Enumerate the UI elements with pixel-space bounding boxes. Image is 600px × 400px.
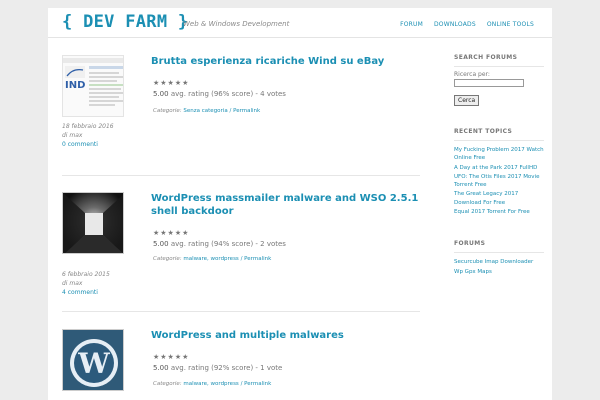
rating-stars[interactable]: ★★★★★ — [153, 79, 189, 87]
site-tagline: Web & Windows Development — [183, 20, 290, 28]
post-title[interactable]: Brutta esperienza ricariche Wind su eBay — [151, 55, 421, 68]
category-link[interactable]: Senza categoria — [183, 108, 227, 114]
forum-link[interactable]: Wp Gpx Maps — [454, 268, 544, 276]
post-date: 18 febbraio 2016 — [62, 123, 114, 130]
post-categories: Categorie: Senza categoria / Permalink — [153, 108, 260, 114]
main-nav: FORUM DOWNLOADS ONLINE TOOLS — [400, 21, 534, 28]
rating-stars[interactable]: ★★★★★ — [153, 353, 189, 361]
search-button[interactable]: Cerca — [454, 95, 480, 106]
forums-title: FORUMS — [454, 240, 544, 254]
post-2: 6 febbraio 2015 di max 4 commenti WordPr… — [60, 192, 422, 302]
forum-link[interactable]: Securcube Imap Downloader — [454, 258, 544, 266]
post-date: 6 febbraio 2015 — [62, 271, 110, 278]
categories-label: Categorie: — [153, 108, 182, 114]
post-title[interactable]: WordPress and multiple malwares — [151, 329, 421, 342]
recent-topic-link[interactable]: Equal 2017 Torrent For Free — [454, 208, 544, 216]
post-separator — [62, 175, 420, 176]
post-comments-link[interactable]: 0 commenti — [62, 140, 114, 149]
rating-value: 5.00 — [153, 90, 169, 98]
permalink-link[interactable]: / Permalink — [229, 108, 260, 114]
forums-list: Securcube Imap Downloader Wp Gpx Maps — [454, 258, 544, 276]
post-author: di max — [62, 280, 83, 287]
rating-text: 5.00 avg. rating (94% score) - 2 votes — [153, 240, 286, 248]
screenshot-thumbnail-icon: IND — [63, 56, 123, 116]
rating-text: 5.00 avg. rating (92% score) - 1 vote — [153, 364, 282, 372]
recent-topics-list: My Fucking Problem 2017 Watch Online Fre… — [454, 146, 544, 216]
post-3: W WordPress and multiple malwares ★★★★★ … — [60, 329, 422, 400]
corridor-image-icon — [63, 193, 123, 253]
post-thumbnail[interactable]: W — [62, 329, 124, 391]
site-header: { DEV FARM } Web & Windows Development F… — [48, 8, 552, 38]
rating-text: 5.00 avg. rating (96% score) - 4 votes — [153, 90, 286, 98]
post-thumbnail[interactable]: IND — [62, 55, 124, 117]
nav-downloads[interactable]: DOWNLOADS — [434, 21, 476, 28]
post-meta: 18 febbraio 2016 di max 0 commenti — [62, 122, 114, 149]
recent-topics-title: RECENT TOPICS — [454, 128, 544, 141]
rating-detail: avg. rating (94% score) - 2 votes — [170, 240, 286, 248]
post-thumbnail[interactable] — [62, 192, 124, 254]
category-link[interactable]: malware, wordpress — [183, 256, 238, 262]
thumb-ind-text: IND — [65, 80, 85, 91]
post-categories: Categorie: malware, wordpress / Permalin… — [153, 381, 271, 387]
recent-topic-link[interactable]: UFO: The Otis Files 2017 Movie Torrent F… — [454, 173, 544, 190]
recent-topic-link[interactable]: The Great Legacy 2017 Download For Free — [454, 190, 544, 207]
site-logo[interactable]: { DEV FARM } — [62, 12, 188, 32]
categories-label: Categorie: — [153, 256, 182, 262]
rating-value: 5.00 — [153, 240, 169, 248]
rating-detail: avg. rating (96% score) - 4 votes — [170, 90, 286, 98]
post-author: di max — [62, 132, 83, 139]
permalink-link[interactable]: / Permalink — [241, 256, 272, 262]
wordpress-logo-icon: W — [63, 330, 123, 390]
nav-online-tools[interactable]: ONLINE TOOLS — [487, 21, 534, 28]
recent-topic-link[interactable]: My Fucking Problem 2017 Watch Online Fre… — [454, 146, 544, 163]
post-categories: Categorie: malware, wordpress / Permalin… — [153, 256, 271, 262]
recent-topic-link[interactable]: A Day at the Park 2017 FullHD — [454, 164, 544, 172]
post-separator — [62, 311, 420, 312]
search-label: Ricerca per: — [454, 71, 490, 78]
post-1: IND 18 febbraio 2016 di max 0 commenti B… — [60, 55, 422, 165]
rating-stars[interactable]: ★★★★★ — [153, 229, 189, 237]
category-link[interactable]: malware, wordpress — [183, 381, 238, 387]
categories-label: Categorie: — [153, 381, 182, 387]
rating-detail: avg. rating (92% score) - 1 vote — [170, 364, 283, 372]
search-forums-title: SEARCH FORUMS — [454, 54, 544, 67]
post-title[interactable]: WordPress massmailer malware and WSO 2.5… — [151, 192, 421, 218]
post-comments-link[interactable]: 4 commenti — [62, 288, 110, 297]
svg-text:W: W — [77, 347, 110, 380]
search-input[interactable] — [454, 79, 524, 87]
page: { DEV FARM } Web & Windows Development F… — [48, 8, 552, 400]
permalink-link[interactable]: / Permalink — [241, 381, 272, 387]
rating-value: 5.00 — [153, 364, 169, 372]
sidebar: SEARCH FORUMS Ricerca per: Cerca RECENT … — [454, 54, 544, 276]
post-meta: 6 febbraio 2015 di max 4 commenti — [62, 270, 110, 297]
nav-forum[interactable]: FORUM — [400, 21, 423, 28]
